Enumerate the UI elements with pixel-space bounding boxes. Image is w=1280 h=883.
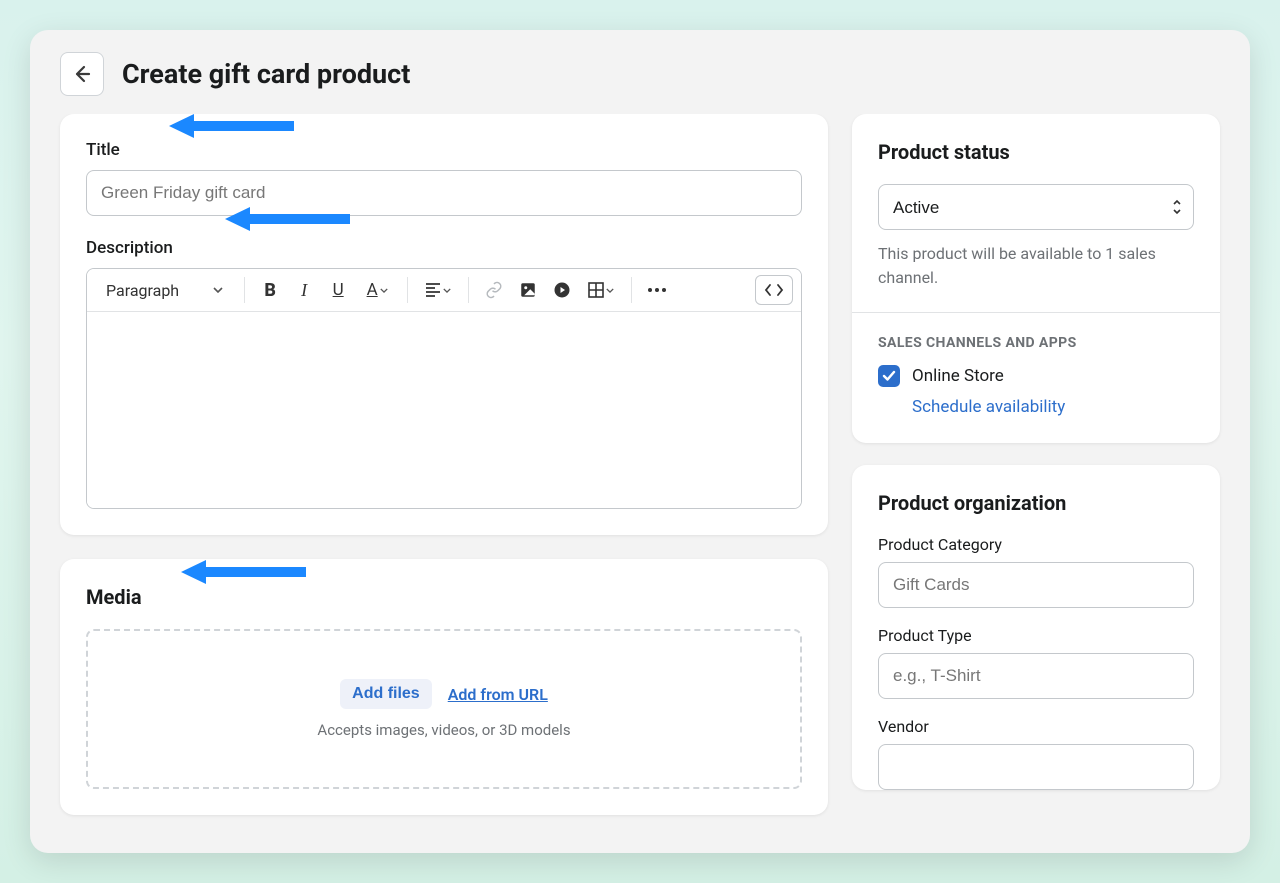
media-heading: Media [86,585,802,609]
vendor-input[interactable] [878,744,1194,790]
toolbar-separator [468,277,469,303]
code-icon [764,283,784,297]
title-input[interactable] [86,170,802,216]
align-button[interactable] [418,275,458,305]
caret-down-icon [443,288,451,293]
schedule-availability-link[interactable]: Schedule availability [912,397,1065,417]
rte-textarea[interactable] [87,312,801,508]
media-dropzone[interactable]: Add files Add from URL Accepts images, v… [86,629,802,789]
vendor-field: Vendor [878,717,1194,790]
ellipsis-icon [648,288,666,292]
image-icon [519,281,537,299]
type-label: Product Type [878,626,1194,645]
media-card: Media Add files Add from URL Accepts ima… [60,559,828,815]
caret-down-icon [606,288,614,293]
main-column: Title Description Paragraph B I [60,114,828,847]
app-window: Create gift card product Title Descripti… [30,30,1250,853]
toolbar-separator [244,277,245,303]
check-icon [882,370,896,382]
rte-toolbar: Paragraph B I U A [87,269,801,312]
caret-down-icon [213,287,223,293]
product-organization-title: Product organization [878,491,1194,515]
divider [852,312,1220,313]
page-header: Create gift card product [30,30,1250,114]
product-status-card: Product status Active This product will … [852,114,1220,443]
caret-down-icon [380,288,388,293]
rich-text-editor: Paragraph B I U A [86,268,802,509]
category-field: Product Category [878,535,1194,608]
format-select-label: Paragraph [106,281,179,300]
video-button[interactable] [547,275,577,305]
vendor-label: Vendor [878,717,1194,736]
channel-label: Online Store [912,366,1004,386]
arrow-left-icon [72,64,92,84]
page-title: Create gift card product [122,58,410,90]
sales-channels-heading: SALES CHANNELS AND APPS [878,335,1194,351]
description-label: Description [86,238,802,258]
title-description-card: Title Description Paragraph B I [60,114,828,535]
align-left-icon [425,283,441,297]
status-select-wrap: Active [878,184,1194,230]
side-column: Product status Active This product will … [852,114,1220,847]
type-field: Product Type [878,626,1194,699]
image-button[interactable] [513,275,543,305]
back-button[interactable] [60,52,104,96]
category-label: Product Category [878,535,1194,554]
status-helper-text: This product will be available to 1 sale… [878,242,1194,290]
status-select[interactable]: Active [878,184,1194,230]
table-button[interactable] [581,275,621,305]
dropzone-hint: Accepts images, videos, or 3D models [108,721,780,739]
annotation-arrow-title [164,114,294,141]
add-from-url-link[interactable]: Add from URL [448,685,548,704]
play-circle-icon [553,281,571,299]
toolbar-separator [631,277,632,303]
underline-button[interactable]: U [323,275,353,305]
type-input[interactable] [878,653,1194,699]
text-color-button[interactable]: A [357,275,397,305]
link-icon [485,281,503,299]
title-label: Title [86,140,802,160]
dropzone-actions: Add files Add from URL [108,679,780,709]
content-area: Title Description Paragraph B I [30,114,1250,847]
paragraph-format-select[interactable]: Paragraph [95,276,234,305]
description-section: Description Paragraph B I U [86,238,802,509]
italic-button[interactable]: I [289,275,319,305]
table-icon [588,282,604,298]
bold-button[interactable]: B [255,275,285,305]
channel-row: Online Store [878,365,1194,387]
toolbar-separator [407,277,408,303]
html-view-button[interactable] [755,275,793,305]
more-button[interactable] [642,275,672,305]
add-files-button[interactable]: Add files [340,679,432,709]
product-organization-card: Product organization Product Category Pr… [852,465,1220,790]
link-button[interactable] [479,275,509,305]
annotation-arrow-media [176,557,306,587]
online-store-checkbox[interactable] [878,365,900,387]
category-input[interactable] [878,562,1194,608]
product-status-title: Product status [878,140,1194,164]
